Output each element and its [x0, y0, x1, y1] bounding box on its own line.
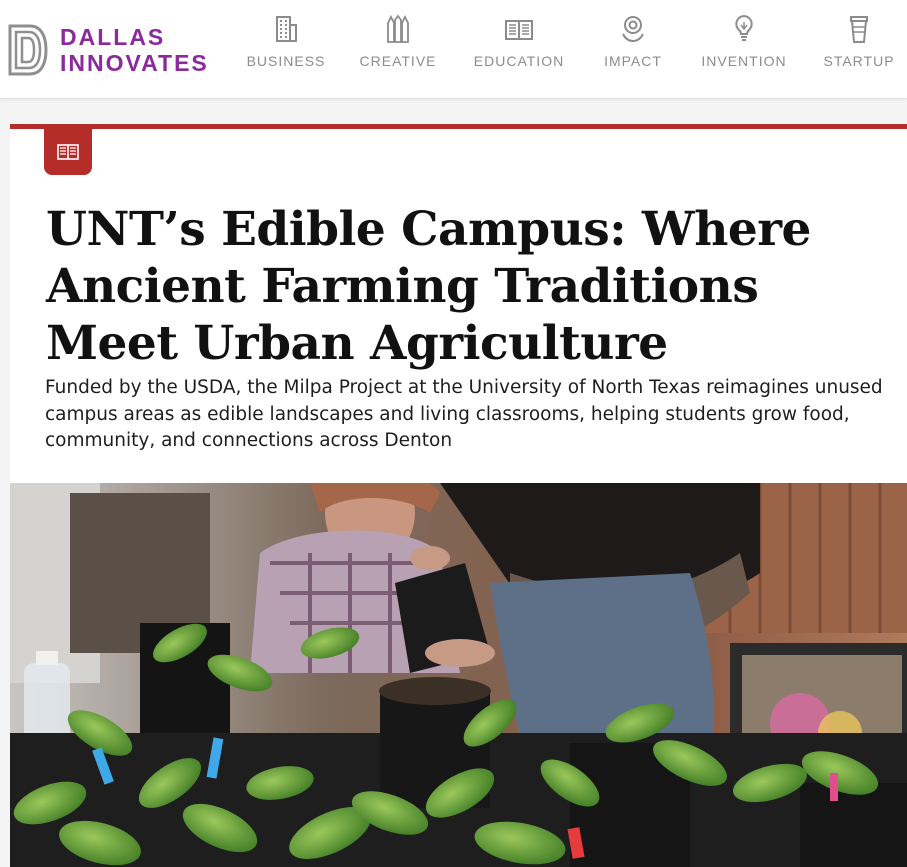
logo-line-2: INNOVATES [60, 50, 209, 76]
site-logo-text: DALLAS INNOVATES [60, 24, 209, 76]
nav-invention[interactable]: INVENTION [700, 14, 788, 84]
nav-impact-label: IMPACT [604, 53, 662, 69]
hero-photo [10, 483, 907, 867]
lightbulb-icon [735, 14, 753, 41]
nav-business[interactable]: BUSINESS [247, 14, 324, 84]
nav-startup-label: STARTUP [823, 53, 895, 69]
nav-education[interactable]: EDUCATION [473, 14, 565, 84]
nav-business-label: BUSINESS [246, 53, 326, 69]
category-badge[interactable] [44, 129, 92, 175]
dallas-innovates-logo-icon [8, 24, 48, 76]
open-book-icon [57, 144, 79, 160]
nav-impact[interactable]: IMPACT [604, 14, 662, 84]
target-hands-icon [622, 16, 644, 43]
pencils-icon [387, 14, 409, 43]
cup-icon [850, 16, 868, 43]
nav-creative-label: CREATIVE [359, 53, 437, 69]
nav-invention-label: INVENTION [701, 53, 787, 69]
nav-education-label: EDUCATION [473, 53, 565, 69]
site-header: DALLAS INNOVATES BUSINESS CREATIVE EDUCA… [0, 0, 907, 99]
nav-creative[interactable]: CREATIVE [359, 14, 437, 84]
hero-photo-illustration [10, 483, 907, 867]
logo-line-1: DALLAS [60, 24, 166, 50]
article-card: UNT’s Edible Campus: Where Ancient Farmi… [10, 124, 907, 867]
article-title: UNT’s Edible Campus: Where Ancient Farmi… [46, 202, 811, 371]
nav-startup[interactable]: STARTUP [823, 14, 895, 84]
article-subtitle: Funded by the USDA, the Milpa Project at… [45, 377, 883, 451]
book-icon [505, 20, 533, 40]
building-icon [276, 16, 297, 42]
site-logo[interactable]: DALLAS INNOVATES [8, 24, 209, 76]
